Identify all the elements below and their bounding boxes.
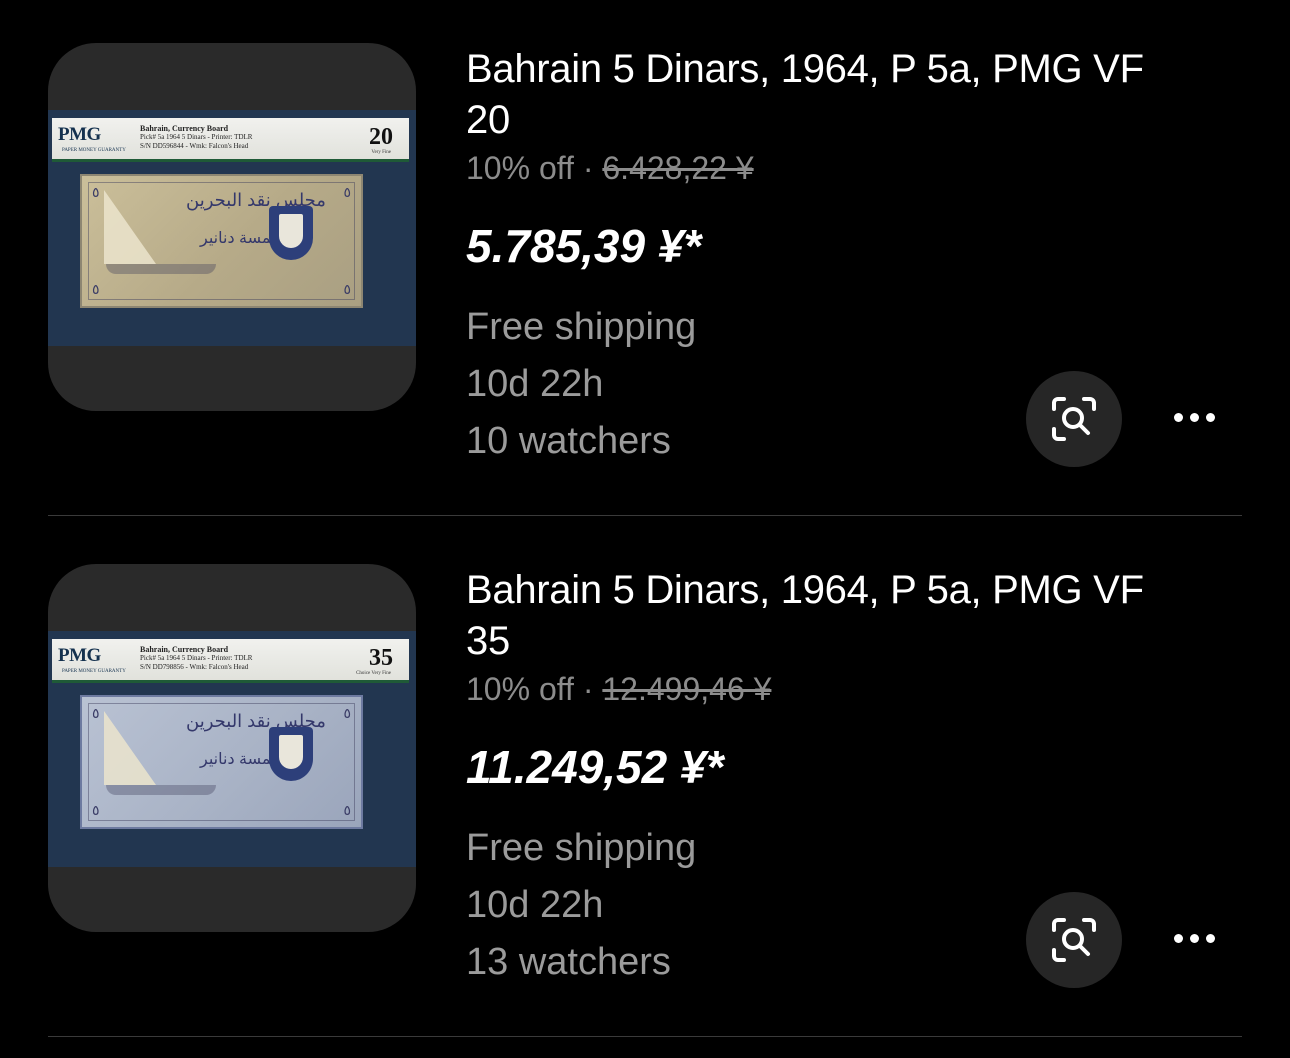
dhow-sail — [104, 711, 156, 785]
pmg-logo-subtitle: PAPER MONEY GUARANTY — [62, 148, 126, 153]
time-left: 10d 22h — [466, 363, 604, 405]
separator-dot: · — [582, 150, 594, 186]
slab-grade-label: Choice Very Fine — [356, 671, 391, 676]
coat-of-arms-icon — [269, 206, 313, 260]
watchers-count: 13 watchers — [466, 941, 671, 983]
pmg-slab-image: PMG PAPER MONEY GUARANTY Bahrain, Curren… — [48, 631, 416, 867]
listing-thumbnail[interactable]: PMG PAPER MONEY GUARANTY Bahrain, Curren… — [48, 43, 416, 411]
more-options-button[interactable] — [1166, 398, 1222, 438]
coat-of-arms-icon — [269, 727, 313, 781]
original-price: 6.428,22 ¥ — [602, 150, 754, 186]
slab-line-1: Bahrain, Currency Board — [140, 645, 229, 654]
banknote-corner-number: ٥ — [343, 802, 351, 818]
shipping-info: Free shipping — [466, 306, 697, 348]
slab-line-2: Pick# 5a 1964 5 Dinars - Printer: TDLR — [140, 133, 253, 141]
banknote-corner-number: ٥ — [92, 802, 100, 818]
divider — [48, 1036, 1242, 1037]
banknote-corner-number: ٥ — [92, 184, 100, 200]
pmg-logo-subtitle: PAPER MONEY GUARANTY — [62, 669, 126, 674]
current-price: 11.249,52 ¥* — [466, 741, 724, 793]
separator-dot: · — [582, 671, 594, 707]
pmg-logo: PMG — [58, 645, 101, 666]
listing-title[interactable]: Bahrain 5 Dinars, 1964, P 5a, PMG VF 20 — [466, 44, 1186, 146]
slab-description: Bahrain, Currency Board Pick# 5a 1964 5 … — [140, 645, 252, 672]
pmg-slab-image: PMG PAPER MONEY GUARANTY Bahrain, Curren… — [48, 110, 416, 346]
current-price: 5.785,39 ¥* — [466, 220, 702, 272]
visual-search-button[interactable] — [1026, 892, 1122, 988]
time-left: 10d 22h — [466, 884, 604, 926]
watchers-count: 10 watchers — [466, 420, 671, 462]
visual-search-icon — [1052, 918, 1096, 962]
banknote-image: مجلس نقد البحرين خمسة دنانير ٥ ٥ ٥ ٥ — [80, 695, 363, 829]
slab-label: PMG PAPER MONEY GUARANTY Bahrain, Curren… — [52, 639, 409, 683]
slab-label: PMG PAPER MONEY GUARANTY Bahrain, Curren… — [52, 118, 409, 162]
more-options-icon — [1174, 413, 1183, 422]
slab-grade: 35 — [369, 645, 393, 671]
banknote-corner-number: ٥ — [343, 184, 351, 200]
dhow-hull — [106, 264, 216, 274]
slab-grade: 20 — [369, 124, 393, 150]
listing-card[interactable]: PMG PAPER MONEY GUARANTY Bahrain, Curren… — [0, 521, 1290, 1042]
slab-description: Bahrain, Currency Board Pick# 5a 1964 5 … — [140, 124, 252, 151]
discount-line: 10% off · 6.428,22 ¥ — [466, 150, 754, 187]
slab-grade-label: Very Fine — [371, 150, 391, 155]
listing-card[interactable]: PMG PAPER MONEY GUARANTY Bahrain, Curren… — [0, 0, 1290, 521]
divider — [48, 515, 1242, 516]
visual-search-icon — [1052, 397, 1096, 441]
slab-line-2: Pick# 5a 1964 5 Dinars - Printer: TDLR — [140, 654, 253, 662]
discount-line: 10% off · 12.499,46 ¥ — [466, 671, 771, 708]
slab-line-3: S/N DD798856 - Wmk: Falcon's Head — [140, 663, 249, 671]
banknote-image: مجلس نقد البحرين خمسة دنانير ٥ ٥ ٥ ٥ — [80, 174, 363, 308]
more-options-icon — [1174, 934, 1183, 943]
listing-title[interactable]: Bahrain 5 Dinars, 1964, P 5a, PMG VF 35 — [466, 565, 1186, 667]
banknote-corner-number: ٥ — [343, 705, 351, 721]
banknote-corner-number: ٥ — [92, 705, 100, 721]
slab-line-1: Bahrain, Currency Board — [140, 124, 229, 133]
discount-percent: 10% off — [466, 671, 574, 707]
banknote-corner-number: ٥ — [92, 281, 100, 297]
banknote-corner-number: ٥ — [343, 281, 351, 297]
dhow-sail — [104, 190, 156, 264]
discount-percent: 10% off — [466, 150, 574, 186]
listing-thumbnail[interactable]: PMG PAPER MONEY GUARANTY Bahrain, Curren… — [48, 564, 416, 932]
shipping-info: Free shipping — [466, 827, 697, 869]
original-price: 12.499,46 ¥ — [602, 671, 772, 707]
pmg-logo: PMG — [58, 124, 101, 145]
more-options-button[interactable] — [1166, 919, 1222, 959]
visual-search-button[interactable] — [1026, 371, 1122, 467]
slab-line-3: S/N DD596844 - Wmk: Falcon's Head — [140, 142, 249, 150]
dhow-hull — [106, 785, 216, 795]
